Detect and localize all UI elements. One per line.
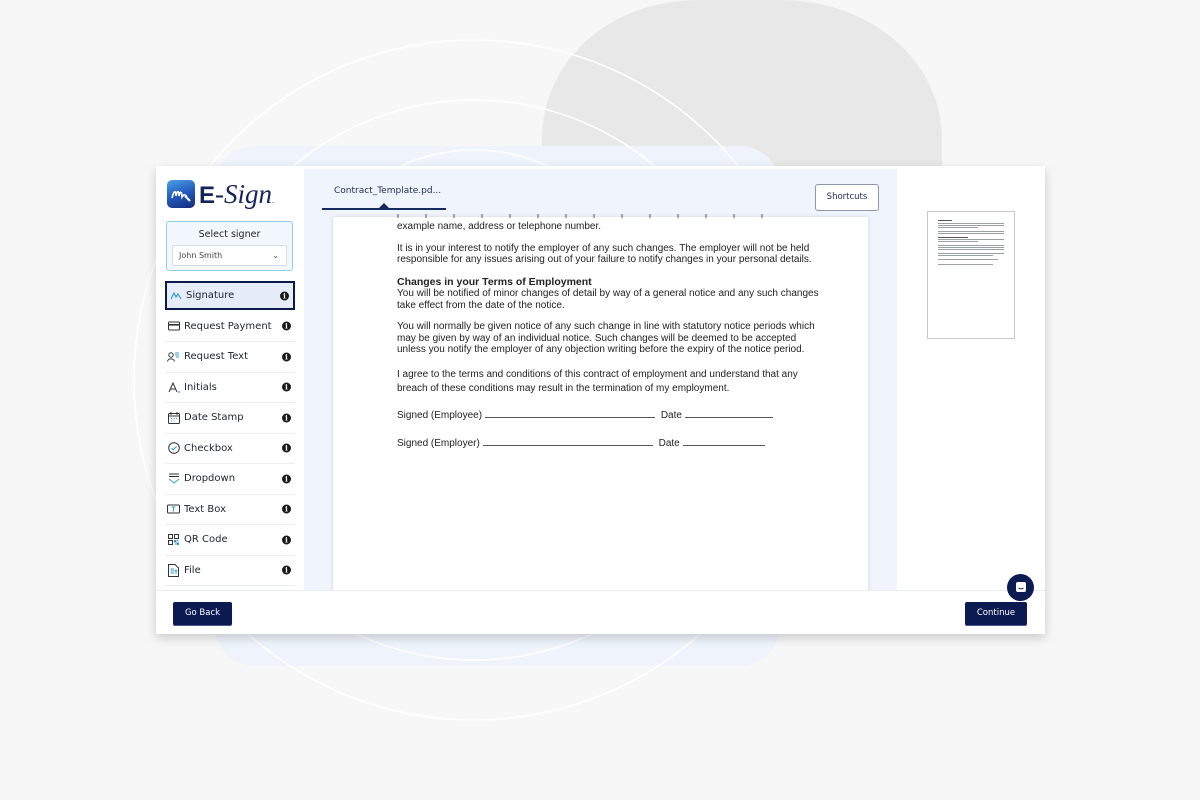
continue-button[interactable]: Continue (965, 602, 1027, 625)
field-item-dropdown[interactable]: Dropdown i (165, 464, 295, 495)
signature-blank[interactable] (482, 437, 653, 446)
footer-bar: Go Back Continue (156, 590, 1045, 634)
field-label: Date Stamp (184, 412, 244, 424)
document-viewer: Contract_Template.pd... Shortcuts exampl… (304, 169, 897, 590)
signer-value: John Smith (179, 251, 223, 260)
field-item-request-text[interactable]: Request Text i (165, 342, 295, 373)
doc-paragraph: example name, address or telephone numbe… (397, 221, 602, 232)
signature-blank[interactable] (485, 409, 656, 418)
field-item-request-payment[interactable]: Request Payment i (165, 312, 295, 342)
field-label: Signature (186, 290, 235, 301)
field-label: Initials (184, 381, 217, 393)
esign-logo: E-Sign. (167, 180, 274, 208)
page-thumbnail[interactable] (927, 211, 1015, 339)
sign-employee-label: Signed (Employee) (397, 409, 483, 421)
dropdown-icon (167, 472, 180, 485)
calendar-icon (167, 411, 180, 424)
chat-support-button[interactable] (1007, 574, 1034, 601)
signer-label: Select signer (198, 229, 261, 240)
info-icon[interactable]: i (282, 352, 291, 362)
info-icon[interactable]: i (282, 321, 291, 331)
field-label: Dropdown (184, 473, 236, 485)
field-label: Checkbox (184, 442, 233, 454)
field-label: Text Box (184, 503, 226, 515)
field-label: File (184, 564, 201, 576)
signer-selector: Select signer John Smith ⌄ (166, 221, 293, 271)
info-icon[interactable]: i (282, 382, 291, 392)
field-item-file[interactable]: File i (165, 556, 295, 586)
chevron-down-icon: ⌄ (272, 251, 279, 260)
date-label: Date (660, 409, 682, 421)
field-item-signature[interactable]: Signature i (165, 281, 295, 310)
qr-code-icon (167, 533, 180, 546)
tab-caret-icon (379, 203, 389, 208)
signature-line-employer: Signed (Employer) Date (397, 437, 827, 450)
field-label: QR Code (184, 534, 228, 546)
info-icon[interactable]: i (282, 413, 291, 423)
document-page[interactable]: example name, address or telephone numbe… (333, 214, 868, 590)
signature-pen-logo-icon (167, 180, 195, 208)
signer-dropdown[interactable]: John Smith ⌄ (172, 245, 287, 266)
date-label: Date (658, 438, 680, 449)
person-text-icon (167, 350, 180, 363)
field-label: Request Payment (184, 320, 272, 332)
field-item-date-stamp[interactable]: Date Stamp i (165, 403, 295, 434)
text-box-icon (167, 503, 180, 516)
info-icon[interactable]: i (282, 535, 291, 545)
initials-icon (167, 381, 180, 394)
field-item-text-box[interactable]: Text Box i (165, 495, 295, 525)
tab-active-indicator (322, 208, 446, 210)
go-back-button[interactable]: Go Back (173, 602, 232, 625)
doc-paragraph: It is in your interest to notify the emp… (397, 242, 812, 266)
tab-document[interactable]: Contract_Template.pd... (334, 186, 441, 196)
file-icon (167, 563, 180, 577)
doc-paragraph: I agree to the terms and conditions of t… (397, 368, 798, 394)
logo-wordmark: E-Sign. (199, 178, 275, 209)
checkbox-icon (167, 442, 180, 455)
info-icon[interactable]: i (282, 443, 291, 453)
clipped-text-line (397, 214, 787, 218)
shortcuts-button[interactable]: Shortcuts (815, 184, 879, 211)
document-body: example name, address or telephone numbe… (397, 220, 827, 450)
sign-employer-label: Signed (Employer) (397, 438, 480, 449)
info-icon[interactable]: i (282, 474, 291, 484)
info-icon[interactable]: i (282, 565, 291, 575)
sidebar: E-Sign. Select signer John Smith ⌄ Signa… (156, 166, 304, 590)
field-label: Request Text (184, 351, 249, 363)
credit-card-icon (167, 320, 180, 333)
info-icon[interactable]: i (282, 504, 291, 514)
info-icon[interactable]: i (280, 291, 289, 300)
field-item-checkbox[interactable]: Checkbox i (165, 434, 295, 464)
doc-paragraph: You will be notified of minor changes of… (397, 288, 819, 311)
esign-window: E-Sign. Select signer John Smith ⌄ Signa… (156, 166, 1045, 634)
date-blank[interactable] (684, 409, 773, 418)
field-item-qr-code[interactable]: QR Code i (165, 525, 295, 556)
doc-paragraph: You will normally be given notice of any… (397, 321, 815, 355)
date-blank[interactable] (682, 437, 765, 446)
field-item-initials[interactable]: Initials i (165, 373, 295, 403)
signature-line-employee: Signed (Employee) Date (397, 409, 827, 422)
signature-icon (169, 289, 182, 302)
field-list: Signature i Request Payment i Request Te… (165, 281, 295, 586)
chat-icon (1015, 578, 1027, 597)
doc-heading: Changes in your Terms of Employment (397, 275, 592, 288)
